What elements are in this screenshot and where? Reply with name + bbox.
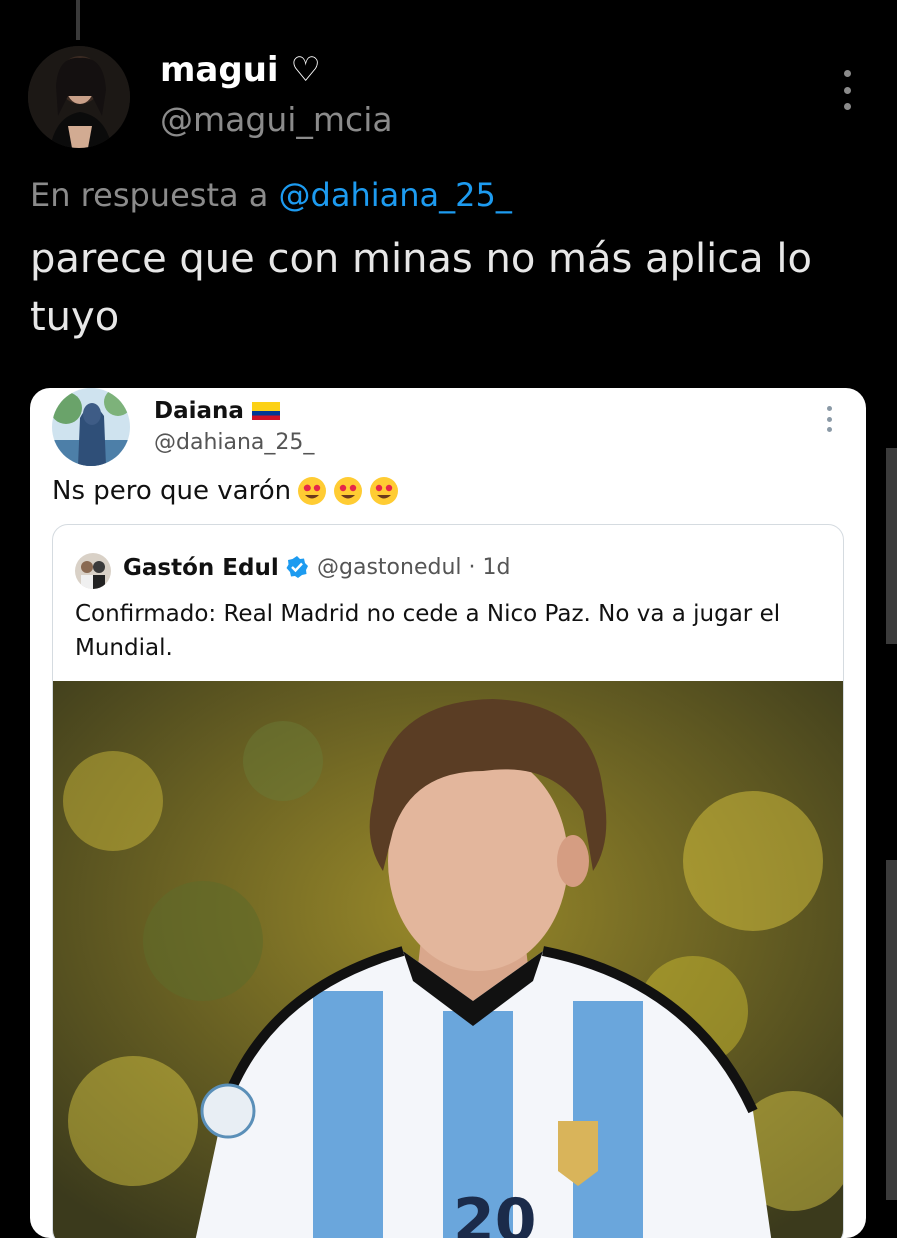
quoted-tweet-screenshot[interactable]: Daiana @dahiana_25_ Ns pero que varón Ga… [30,388,866,1238]
nested-author-name: Gastón Edul [123,555,279,581]
svg-text:20: 20 [453,1186,537,1238]
quoted-author-handle: @dahiana_25_ [154,430,315,455]
heart-eyes-emoji [370,477,399,505]
quoted-tweet-text: Ns pero que varón [52,476,399,506]
more-vertical-icon[interactable] [836,70,858,110]
reply-context: En respuesta a @dahiana_25_ [30,176,512,214]
tweet-text: parece que con minas no más aplica lo tu… [30,236,812,340]
colombia-flag-icon [251,402,280,420]
quoted-author-name: Daiana [154,398,280,424]
avatar[interactable] [28,46,130,148]
reply-mention-link[interactable]: @dahiana_25_ [279,176,512,214]
avatar [75,553,111,589]
author-handle[interactable]: @magui_mcia [160,100,393,139]
quoted-text: Ns pero que varón [52,476,292,506]
more-vertical-icon [824,406,834,432]
verified-badge-icon [286,556,308,578]
heart-eyes-emoji [298,477,327,505]
nested-quote: Gastón Edul @gastonedul · 1d Confirmado:… [52,524,844,1238]
thread-line [76,0,80,40]
avatar [52,388,130,466]
nested-handle-time: @gastonedul · 1d [317,555,511,580]
scrollbar[interactable] [886,448,897,644]
quoted-author-name-text: Daiana [154,398,244,424]
player-photo: 20 [53,681,843,1238]
reply-prefix: En respuesta a [30,176,269,214]
nested-tweet-text: Confirmado: Real Madrid no cede a Nico P… [75,601,781,661]
scrollbar[interactable] [886,860,897,1200]
author-name[interactable]: magui ♡ [160,50,321,90]
heart-eyes-emoji [334,477,363,505]
